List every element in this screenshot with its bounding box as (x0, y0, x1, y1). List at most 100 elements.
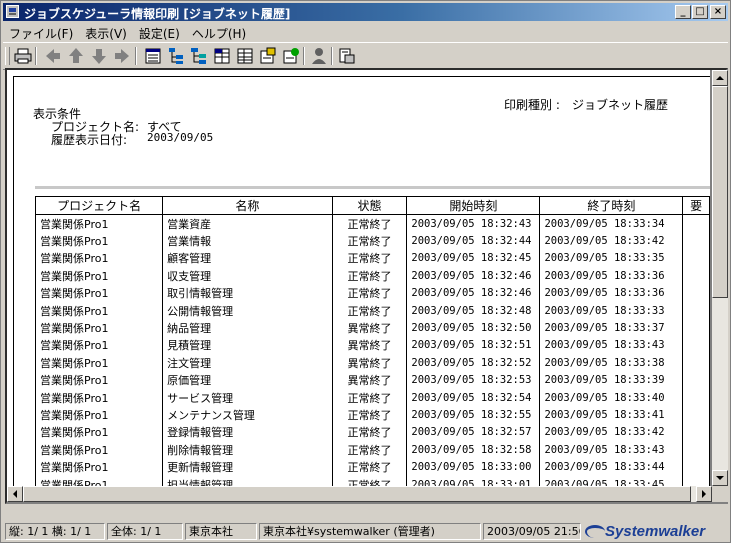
cell-name: 原価管理 (162, 371, 333, 389)
first-page-icon[interactable] (43, 46, 63, 66)
table-row: 営業関係Pro1 営業情報 正常終了 2003/09/05 18:32:44 2003/… (34, 232, 710, 250)
title-bar[interactable]: ジョブスケジューラ情報印刷 [ジョブネット履歴] _ □ × (3, 3, 728, 21)
col-name[interactable]: 名称 (162, 196, 333, 215)
cell-name: 収支管理 (162, 267, 333, 285)
table-row: 営業関係Pro1 取引情報管理 正常終了 2003/09/05 18:32:46 200… (34, 284, 710, 302)
cell-status: 正常終了 (331, 388, 408, 407)
cell-name: サービス管理 (162, 388, 333, 407)
table-row: 営業関係Pro1 見積管理 異常終了 2003/09/05 18:32:51 2003/… (34, 336, 710, 355)
print-type-label: 印刷種別 : (504, 98, 560, 112)
scroll-left-button[interactable] (7, 486, 23, 502)
menu-view[interactable]: 表示(V) (79, 23, 133, 41)
refresh-icon[interactable] (281, 46, 301, 66)
cell-name: 営業情報 (162, 232, 333, 250)
minimize-button[interactable]: _ (675, 5, 691, 19)
cell-project: 営業関係Pro1 (34, 354, 164, 372)
cell-start: 2003/09/05 18:32:44 (406, 232, 541, 250)
table-row: 営業関係Pro1 注文管理 異常終了 2003/09/05 18:32:52 2003/… (34, 354, 710, 372)
cell-start: 2003/09/05 18:32:54 (406, 388, 541, 407)
cell-truncated (682, 319, 710, 337)
tree-view-icon[interactable] (166, 46, 186, 66)
export-icon[interactable] (337, 46, 357, 66)
status-datetime: 2003/09/05 21:56 (483, 523, 581, 540)
date-label: 履歴表示日付: (51, 133, 128, 147)
printer-icon[interactable] (13, 46, 33, 66)
list-view-icon[interactable] (143, 46, 163, 66)
cell-start: 2003/09/05 18:32:53 (406, 371, 541, 389)
cell-status: 正常終了 (331, 249, 408, 268)
preview-pane: 表示条件 プロジェクト名: すべて 履歴表示日付: 2003/09/05 印刷種… (5, 68, 728, 504)
cell-truncated (682, 441, 710, 459)
cell-project: 営業関係Pro1 (34, 336, 164, 355)
cell-status: 正常終了 (331, 284, 408, 302)
cell-start: 2003/09/05 18:32:55 (406, 406, 541, 424)
cell-project: 営業関係Pro1 (34, 249, 164, 268)
status-server: 東京本社 (185, 523, 257, 540)
cell-end: 2003/09/05 18:33:37 (539, 319, 684, 337)
history-table: プロジェクト名 名称 状態 開始時刻 終了時刻 要 営業関係Pro1 営業資産 正常… (34, 196, 710, 502)
cell-truncated (682, 267, 710, 285)
cell-truncated (682, 458, 710, 476)
cell-start: 2003/09/05 18:32:50 (406, 319, 541, 337)
cell-name: 登録情報管理 (162, 423, 333, 442)
cell-name: 削除情報管理 (162, 441, 333, 459)
cell-end: 2003/09/05 18:33:43 (539, 336, 684, 355)
cell-name: 取引情報管理 (162, 284, 333, 302)
horizontal-scrollbar[interactable] (7, 486, 712, 502)
menu-bar: ファイル(F) 表示(V) 設定(E) ヘルプ(H) (3, 23, 728, 41)
toolbar (3, 42, 728, 70)
vertical-scroll-thumb[interactable] (712, 86, 728, 298)
col-project[interactable]: プロジェクト名 (34, 196, 164, 215)
app-icon[interactable] (6, 5, 19, 18)
cell-project: 営業関係Pro1 (34, 406, 164, 424)
toolbar-separator (303, 47, 305, 65)
filter-icon[interactable] (258, 46, 278, 66)
scroll-right-button[interactable] (696, 486, 712, 502)
col-start[interactable]: 開始時刻 (406, 196, 541, 215)
cell-name: 更新情報管理 (162, 458, 333, 476)
cell-status: 異常終了 (331, 319, 408, 337)
status-page: 縦: 1/ 1 横: 1/ 1 (5, 523, 105, 540)
cell-end: 2003/09/05 18:33:40 (539, 388, 684, 407)
cell-project: 営業関係Pro1 (34, 458, 164, 476)
close-button[interactable]: × (710, 5, 726, 19)
next-page-icon[interactable] (89, 46, 109, 66)
table-icon[interactable] (235, 46, 255, 66)
toolbar-separator (135, 47, 137, 65)
logo-swoosh-icon (585, 525, 605, 538)
col-status[interactable]: 状態 (331, 196, 408, 215)
menu-settings[interactable]: 設定(E) (133, 23, 186, 41)
table-row: 営業関係Pro1 公開情報管理 正常終了 2003/09/05 18:32:48 200… (34, 301, 710, 320)
table-row: 営業関係Pro1 削除情報管理 正常終了 2003/09/05 18:32:58 200… (34, 441, 710, 459)
menu-help[interactable]: ヘルプ(H) (186, 23, 252, 41)
cell-status: 正常終了 (331, 301, 408, 320)
cell-truncated (682, 423, 710, 442)
cell-end: 2003/09/05 18:33:43 (539, 441, 684, 459)
tree-expand-icon[interactable] (189, 46, 209, 66)
cell-name: 公開情報管理 (162, 301, 333, 320)
toolbar-grip[interactable] (5, 47, 10, 65)
cell-end: 2003/09/05 18:33:35 (539, 249, 684, 268)
prev-page-icon[interactable] (66, 46, 86, 66)
cell-start: 2003/09/05 18:32:46 (406, 267, 541, 285)
maximize-button[interactable]: □ (692, 5, 708, 19)
col-end[interactable]: 終了時刻 (539, 196, 684, 215)
horizontal-scroll-thumb[interactable] (23, 486, 691, 502)
scroll-up-button[interactable] (712, 70, 728, 86)
cell-status: 正常終了 (331, 458, 408, 476)
user-icon[interactable] (309, 46, 329, 66)
scroll-down-button[interactable] (712, 470, 728, 486)
last-page-icon[interactable] (112, 46, 132, 66)
cell-truncated (682, 388, 710, 407)
col-truncated[interactable]: 要 (682, 196, 710, 215)
columns-icon[interactable] (212, 46, 232, 66)
cell-project: 営業関係Pro1 (34, 214, 164, 233)
menu-file[interactable]: ファイル(F) (3, 23, 79, 41)
cell-start: 2003/09/05 18:32:51 (406, 336, 541, 355)
cell-end: 2003/09/05 18:33:36 (539, 284, 684, 302)
vertical-scrollbar[interactable] (712, 70, 728, 486)
cell-project: 営業関係Pro1 (34, 441, 164, 459)
cell-end: 2003/09/05 18:33:34 (539, 214, 684, 233)
cell-truncated (682, 249, 710, 268)
cell-status: 正常終了 (331, 214, 408, 233)
